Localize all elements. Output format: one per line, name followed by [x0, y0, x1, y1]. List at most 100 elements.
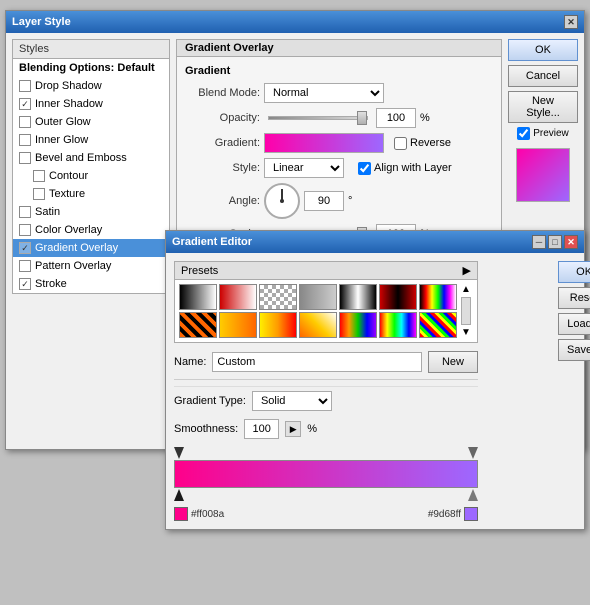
new-gradient-button[interactable]: New [428, 351, 478, 373]
presets-scrollbar[interactable]: ▲ ▼ [459, 284, 473, 338]
gradient-row: Gradient: Reverse [185, 133, 493, 153]
reverse-checkbox[interactable] [394, 137, 407, 150]
preset-red-transparent[interactable] [219, 284, 257, 310]
sidebar-item-texture[interactable]: Texture [13, 185, 169, 203]
style-row: Style: Linear Align with Layer [185, 158, 493, 178]
preset-yellow2[interactable] [259, 312, 297, 338]
name-input[interactable] [212, 352, 422, 372]
smoothness-stepper[interactable]: ▶ [285, 421, 301, 437]
ge-min-button[interactable]: ─ [532, 235, 546, 249]
angle-dial[interactable] [264, 183, 300, 219]
sidebar-item-outer-glow[interactable]: Outer Glow [13, 113, 169, 131]
bevel-emboss-checkbox[interactable] [19, 152, 31, 164]
drop-shadow-checkbox[interactable] [19, 80, 31, 92]
gradient-type-row: Gradient Type: Solid [174, 386, 478, 415]
preset-rainbow-stripes[interactable] [419, 312, 457, 338]
ok-button[interactable]: OK [508, 39, 578, 61]
inner-shadow-label: Inner Shadow [35, 98, 103, 110]
new-style-button[interactable]: New Style... [508, 91, 578, 123]
align-layer-row: Align with Layer [358, 162, 452, 175]
blending-label: Blending Options: Default [19, 62, 155, 74]
gradient-bar[interactable] [174, 460, 478, 488]
preset-black-white[interactable] [179, 284, 217, 310]
presets-grid-area [179, 284, 457, 338]
sidebar-item-stroke[interactable]: ✓ Stroke [13, 275, 169, 293]
gradient-editor-title-bar: Gradient Editor ─ □ ✕ [166, 231, 584, 253]
sidebar-item-contour[interactable]: Contour [13, 167, 169, 185]
ge-load-button[interactable]: Load... [558, 313, 590, 335]
sidebar-item-inner-glow[interactable]: Inner Glow [13, 131, 169, 149]
ge-ok-button[interactable]: OK [558, 261, 590, 283]
gradient-overlay-checkbox[interactable]: ✓ [19, 242, 31, 254]
stroke-checkbox[interactable]: ✓ [19, 278, 31, 290]
preset-yellow[interactable] [219, 312, 257, 338]
color-overlay-checkbox[interactable] [19, 224, 31, 236]
preset-multi2[interactable] [339, 312, 377, 338]
blend-mode-row: Blend Mode: Normal [185, 83, 493, 103]
angle-input[interactable] [304, 191, 344, 211]
opacity-unit: % [420, 112, 430, 124]
contour-label: Contour [49, 170, 88, 182]
right-color-swatch[interactable] [464, 507, 478, 521]
align-layer-checkbox[interactable] [358, 162, 371, 175]
left-color-label: #ff008a [174, 507, 224, 521]
color-stop-left[interactable] [174, 489, 184, 501]
style-select[interactable]: Linear [264, 158, 344, 178]
pattern-overlay-checkbox[interactable] [19, 260, 31, 272]
color-stop-right[interactable] [468, 489, 478, 501]
cancel-button[interactable]: Cancel [508, 65, 578, 87]
preset-black-white2[interactable] [339, 284, 377, 310]
opacity-label: Opacity: [185, 112, 260, 124]
right-color-value: #9d68ff [428, 509, 461, 520]
preview-checkbox[interactable] [517, 127, 530, 140]
ge-right-buttons: OK Reset Load... Save... [552, 261, 590, 521]
gradient-label: Gradient: [185, 137, 260, 149]
left-color-swatch[interactable] [174, 507, 188, 521]
inner-shadow-checkbox[interactable]: ✓ [19, 98, 31, 110]
presets-scroll-track[interactable] [461, 297, 471, 325]
preset-multicolor[interactable] [419, 284, 457, 310]
preset-warm[interactable] [299, 312, 337, 338]
sidebar-item-drop-shadow[interactable]: Drop Shadow [13, 77, 169, 95]
angle-row: Angle: ° [185, 183, 493, 219]
opacity-slider[interactable] [268, 116, 368, 120]
ge-content: Presets ▶ [166, 253, 584, 529]
satin-checkbox[interactable] [19, 206, 31, 218]
ge-save-button[interactable]: Save... [558, 339, 590, 361]
ge-close-button[interactable]: ✕ [564, 235, 578, 249]
contour-checkbox[interactable] [33, 170, 45, 182]
sidebar-item-satin[interactable]: Satin [13, 203, 169, 221]
presets-scroll-up[interactable]: ▲ [459, 284, 473, 295]
close-button[interactable]: ✕ [564, 15, 578, 29]
sidebar-item-pattern-overlay[interactable]: Pattern Overlay [13, 257, 169, 275]
preset-orange-stripes[interactable] [179, 312, 217, 338]
opacity-thumb[interactable] [357, 111, 367, 125]
preset-checker[interactable] [259, 284, 297, 310]
texture-checkbox[interactable] [33, 188, 45, 200]
smoothness-input[interactable] [244, 419, 279, 439]
sidebar-item-inner-shadow[interactable]: ✓ Inner Shadow [13, 95, 169, 113]
preset-gray[interactable] [299, 284, 337, 310]
outer-glow-checkbox[interactable] [19, 116, 31, 128]
sidebar-item-blending[interactable]: Blending Options: Default [13, 59, 169, 77]
sidebar-item-bevel-emboss[interactable]: Bevel and Emboss [13, 149, 169, 167]
blend-mode-select[interactable]: Normal [264, 83, 384, 103]
ge-max-button[interactable]: □ [548, 235, 562, 249]
presets-arrow-icon[interactable]: ▶ [463, 264, 471, 277]
inner-glow-checkbox[interactable] [19, 134, 31, 146]
opacity-stop-right[interactable] [468, 447, 478, 459]
presets-scroll-down[interactable]: ▼ [459, 327, 473, 338]
ge-reset-button[interactable]: Reset [558, 287, 590, 309]
gradient-preview[interactable] [264, 133, 384, 153]
gradient-type-select[interactable]: Solid [252, 391, 332, 411]
opacity-stop-left[interactable] [174, 447, 184, 459]
opacity-input[interactable] [376, 108, 416, 128]
opacity-stops-row [174, 447, 478, 459]
preset-rainbow[interactable] [379, 312, 417, 338]
align-layer-label: Align with Layer [374, 162, 452, 174]
preset-red-multi[interactable] [379, 284, 417, 310]
presets-row-2 [179, 312, 457, 338]
texture-label: Texture [49, 188, 85, 200]
sidebar-item-gradient-overlay[interactable]: ✓ Gradient Overlay [13, 239, 169, 257]
sidebar-item-color-overlay[interactable]: Color Overlay [13, 221, 169, 239]
